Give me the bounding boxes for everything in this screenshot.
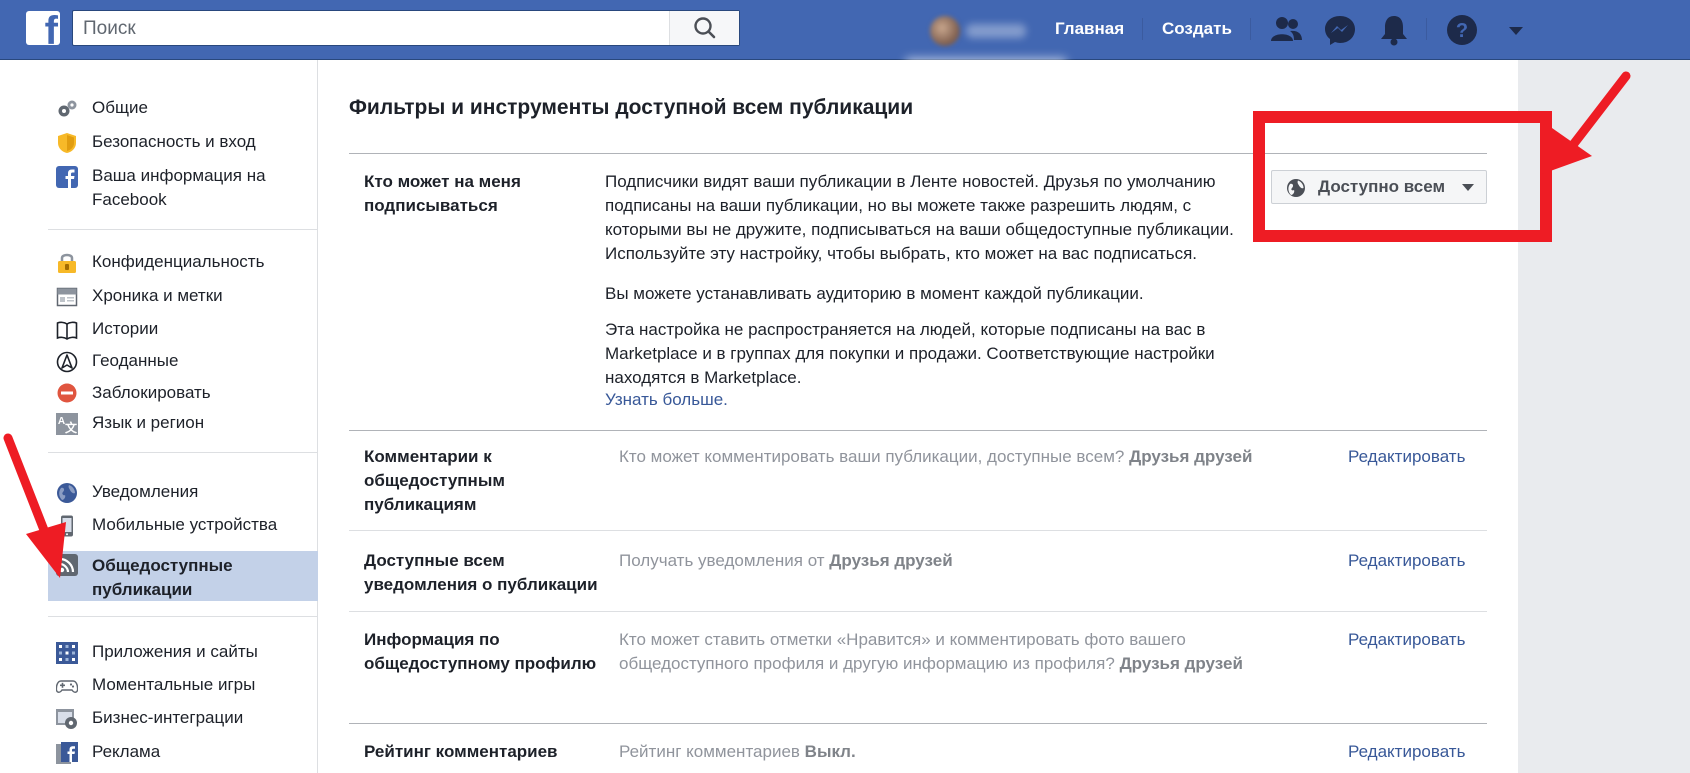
sidebar-item-label: Мобильные устройства bbox=[92, 515, 278, 534]
friend-requests-icon[interactable] bbox=[1268, 12, 1304, 48]
public-notifications-description: Получать уведомления от Друзья друзей bbox=[619, 551, 953, 570]
sidebar-item-privacy[interactable]: Конфиденциальность bbox=[48, 250, 318, 274]
follow-description: Подписчики видят ваши публикации в Ленте… bbox=[605, 172, 1234, 263]
row-divider bbox=[349, 530, 1487, 531]
nav-divider bbox=[1426, 18, 1427, 40]
location-icon bbox=[56, 351, 78, 373]
sidebar-item-label: Хроника и метки bbox=[92, 286, 223, 305]
sidebar-item-your-facebook-info[interactable]: Ваша информация на Facebook bbox=[48, 164, 318, 212]
edit-public-comments-link[interactable]: Редактировать bbox=[1348, 445, 1465, 469]
comment-ranking-value: Выкл. bbox=[804, 742, 856, 761]
public-notifications-label: Доступные всем уведомления о публикации bbox=[364, 551, 598, 594]
ads-icon bbox=[56, 742, 78, 764]
search-box bbox=[72, 10, 740, 46]
block-icon bbox=[57, 383, 77, 403]
timeline-icon bbox=[56, 287, 78, 307]
lock-icon bbox=[58, 253, 76, 273]
sidebar-item-label: Ваша информация на Facebook bbox=[92, 166, 266, 209]
top-bar: f Главная Создать ? bbox=[0, 0, 1690, 70]
sidebar-item-public-posts[interactable]: Общедоступные публикации bbox=[48, 551, 318, 601]
chevron-down-icon[interactable] bbox=[1498, 12, 1534, 48]
sidebar-item-mobile[interactable]: Мобильные устройства bbox=[48, 513, 318, 537]
sidebar-item-location[interactable]: Геоданные bbox=[48, 349, 318, 373]
sidebar-item-apps-websites[interactable]: Приложения и сайты bbox=[48, 640, 318, 664]
edit-comment-ranking-link[interactable]: Редактировать bbox=[1348, 740, 1465, 764]
annotation-highlight-box bbox=[1253, 111, 1552, 242]
sidebar-divider bbox=[48, 616, 318, 617]
shield-icon bbox=[58, 133, 76, 153]
sidebar-item-security[interactable]: Безопасность и вход bbox=[48, 130, 318, 154]
help-icon[interactable]: ? bbox=[1444, 12, 1480, 48]
page-title: Фильтры и инструменты доступной всем пуб… bbox=[349, 96, 914, 119]
learn-more-link[interactable]: Узнать больше. bbox=[605, 390, 728, 410]
sidebar-item-label: Общедоступные публикации bbox=[92, 556, 233, 599]
search-icon bbox=[694, 17, 716, 39]
business-gear-icon bbox=[56, 709, 77, 729]
annotation-arrow-icon bbox=[1542, 71, 1631, 174]
facebook-logo-icon[interactable]: f bbox=[26, 11, 60, 45]
sidebar-item-label: Геоданные bbox=[92, 351, 179, 370]
public-comments-value: Друзья друзей bbox=[1129, 447, 1253, 466]
public-comments-description: Кто может комментировать ваши публикации… bbox=[619, 447, 1253, 466]
settings-sidebar: Общие Безопасность и вход Ваша информаци… bbox=[0, 60, 318, 773]
public-profile-info-description: Кто может ставить отметки «Нравится» и к… bbox=[619, 630, 1243, 673]
nav-home-link[interactable]: Главная bbox=[1055, 18, 1124, 40]
sidebar-item-label: Моментальные игры bbox=[92, 675, 256, 694]
profile-link[interactable] bbox=[906, 10, 1066, 70]
messenger-icon[interactable] bbox=[1322, 12, 1358, 48]
sidebar-item-label: Истории bbox=[92, 319, 159, 338]
section-divider bbox=[349, 430, 1487, 431]
sidebar-item-label: Безопасность и вход bbox=[92, 132, 256, 151]
sidebar-item-business-integrations[interactable]: Бизнес-интеграции bbox=[48, 706, 318, 730]
profile-name-blurred bbox=[966, 24, 1026, 38]
sidebar-item-ads[interactable]: Реклама bbox=[48, 740, 318, 764]
sidebar-item-label: Реклама bbox=[92, 742, 161, 761]
facebook-square-icon bbox=[56, 166, 78, 188]
comment-ranking-description: Рейтинг комментариев Выкл. bbox=[619, 742, 856, 761]
follow-marketplace-note: Эта настройка не распространяется на люд… bbox=[605, 320, 1215, 387]
comment-ranking-label: Рейтинг комментариев bbox=[364, 742, 558, 761]
sidebar-item-blocking[interactable]: Заблокировать bbox=[48, 381, 318, 405]
row-divider bbox=[349, 611, 1487, 612]
sidebar-item-label: Конфиденциальность bbox=[92, 252, 265, 271]
gamepad-icon bbox=[56, 680, 78, 693]
annotation-arrow-icon bbox=[3, 433, 66, 578]
sidebar-item-label: Уведомления bbox=[92, 482, 199, 501]
public-profile-info-label: Информация по общедоступному профилю bbox=[364, 630, 597, 673]
avatar bbox=[930, 16, 960, 46]
public-notifications-value: Друзья друзей bbox=[829, 551, 953, 570]
svg-text:?: ? bbox=[1456, 20, 1468, 42]
follow-setting-label: Кто может на меня подписываться bbox=[364, 172, 521, 215]
sidebar-item-notifications[interactable]: Уведомления bbox=[48, 480, 318, 504]
book-icon bbox=[56, 321, 78, 340]
sidebar-divider bbox=[48, 229, 318, 230]
public-profile-info-value: Друзья друзей bbox=[1119, 654, 1243, 673]
search-input[interactable] bbox=[81, 15, 665, 43]
edit-public-notifications-link[interactable]: Редактировать bbox=[1348, 549, 1465, 573]
sidebar-item-timeline-tagging[interactable]: Хроника и метки bbox=[48, 284, 318, 308]
sidebar-item-instant-games[interactable]: Моментальные игры bbox=[48, 673, 318, 697]
nav-create-link[interactable]: Создать bbox=[1162, 18, 1232, 40]
notifications-bell-icon[interactable] bbox=[1376, 12, 1412, 48]
sidebar-divider bbox=[48, 452, 318, 453]
gears-icon bbox=[58, 100, 77, 117]
search-button[interactable] bbox=[669, 11, 739, 45]
follow-audience-note: Вы можете устанавливать аудиторию в моме… bbox=[605, 284, 1144, 303]
sidebar-item-label: Общие bbox=[92, 98, 148, 117]
public-comments-label: Комментарии к общедоступным публикациям bbox=[364, 447, 505, 514]
sidebar-item-general[interactable]: Общие bbox=[48, 96, 318, 120]
apps-icon bbox=[56, 642, 78, 664]
sidebar-item-language-region[interactable]: A 文 Язык и регион bbox=[48, 411, 318, 435]
row-divider bbox=[349, 723, 1487, 724]
sidebar-item-stories[interactable]: Истории bbox=[48, 317, 318, 341]
sidebar-item-label: Приложения и сайты bbox=[92, 642, 258, 661]
edit-public-profile-info-link[interactable]: Редактировать bbox=[1348, 628, 1465, 652]
nav-divider bbox=[1142, 18, 1143, 40]
sidebar-item-label: Заблокировать bbox=[92, 383, 211, 402]
sidebar-item-label: Бизнес-интеграции bbox=[92, 708, 244, 727]
nav-divider bbox=[1250, 18, 1251, 40]
sidebar-item-label: Язык и регион bbox=[92, 413, 205, 432]
